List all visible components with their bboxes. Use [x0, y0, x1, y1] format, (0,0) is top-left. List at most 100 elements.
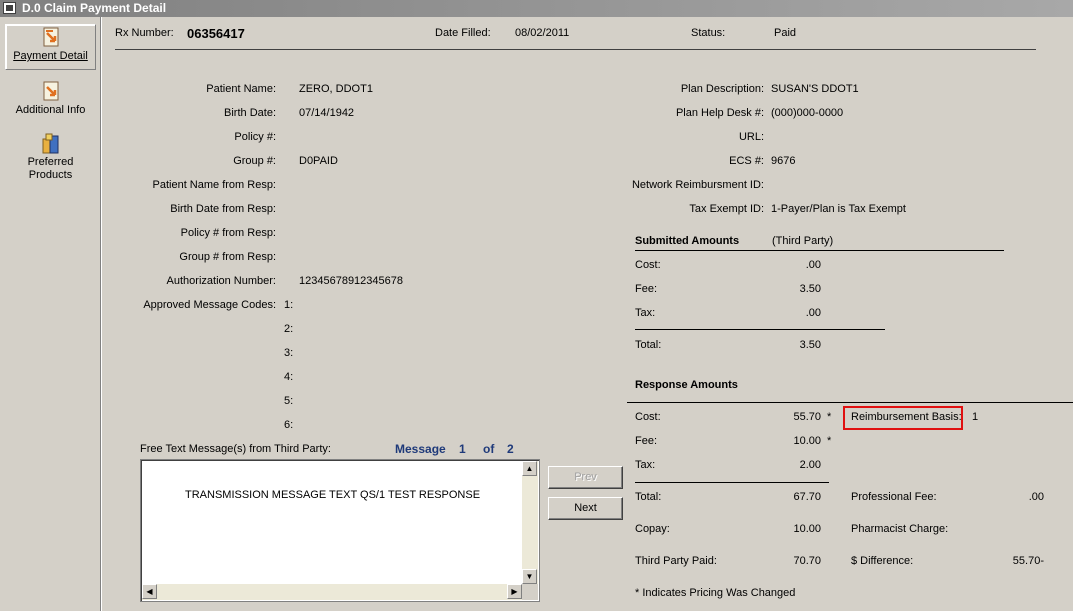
sidebar-item-label: Additional Info — [15, 104, 86, 116]
scroll-up-icon[interactable]: ▲ — [522, 461, 537, 476]
submitted-total-label: Total: — [635, 339, 662, 351]
message-current: 1 — [459, 442, 466, 456]
pharmacist-charge-label: Pharmacist Charge: — [851, 523, 949, 535]
date-filled-label: Date Filled: — [435, 27, 491, 39]
sidebar-item-label: Preferred — [27, 156, 74, 168]
group-label: Group #: — [233, 155, 276, 167]
sidebar-item-preferred-products[interactable]: Preferred Products — [5, 131, 96, 181]
submitted-divider — [635, 250, 1004, 251]
submitted-subheading: (Third Party) — [772, 235, 834, 247]
ecs-label: ECS #: — [729, 155, 764, 167]
birth-date-resp-label: Birth Date from Resp: — [170, 203, 276, 215]
submitted-total-divider — [635, 329, 885, 330]
reimbursement-basis-value: 1 — [972, 411, 979, 423]
date-filled-value: 08/02/2011 — [515, 27, 570, 39]
sidebar-item-payment-detail[interactable]: Payment Detail — [5, 24, 96, 70]
submitted-heading: Submitted Amounts — [635, 235, 740, 247]
vertical-scrollbar[interactable]: ▲ ▼ — [521, 461, 538, 584]
submitted-tax-value: .00 — [805, 307, 821, 319]
message-of-word: of — [483, 442, 495, 456]
response-tax-value: 2.00 — [799, 459, 821, 471]
plan-helpdesk-value: (000)000-0000 — [771, 107, 844, 119]
authorization-value: 12345678912345678 — [299, 275, 404, 287]
approved-codes-label: Approved Message Codes: — [143, 299, 276, 311]
third-party-paid-value: 70.70 — [793, 555, 821, 567]
free-text-label: Free Text Message(s) from Third Party: — [140, 443, 331, 455]
free-text-message-box[interactable]: TRANSMISSION MESSAGE TEXT QS/1 TEST RESP… — [140, 459, 540, 602]
response-tax-label: Tax: — [635, 459, 656, 471]
sidebar: Payment Detail Additional Info Preferred… — [0, 17, 101, 611]
rx-number-label: Rx Number: — [115, 27, 174, 39]
copay-label: Copay: — [635, 523, 670, 535]
approved-code-2: 2: — [284, 323, 294, 335]
policy-resp-label: Policy # from Resp: — [180, 227, 276, 239]
approved-code-4: 4: — [284, 371, 294, 383]
plan-helpdesk-label: Plan Help Desk #: — [675, 107, 764, 119]
plan-description-label: Plan Description: — [680, 83, 764, 95]
preferred-products-icon — [42, 133, 58, 154]
patient-name-resp-label: Patient Name from Resp: — [152, 179, 277, 191]
response-heading: Response Amounts — [635, 379, 738, 391]
difference-label: $ Difference: — [851, 555, 914, 567]
submitted-total-value: 3.50 — [799, 339, 821, 351]
message-total: 2 — [507, 442, 514, 456]
submitted-cost-label: Cost: — [635, 259, 661, 271]
prev-button[interactable]: Prev — [548, 466, 623, 489]
tax-exempt-value: 1-Payer/Plan is Tax Exempt — [771, 203, 906, 215]
app-icon — [3, 2, 16, 14]
sidebar-item-label: Products — [28, 169, 73, 181]
patient-name-value: ZERO, DDOT1 — [299, 83, 373, 95]
pricing-footnote: * Indicates Pricing Was Changed — [635, 587, 796, 599]
response-cost-label: Cost: — [635, 411, 661, 423]
approved-code-5: 5: — [284, 395, 294, 407]
tax-exempt-label: Tax Exempt ID: — [689, 203, 764, 215]
reimbursement-basis-label: Reimbursement Basis: — [851, 411, 962, 423]
submitted-fee-label: Fee: — [635, 283, 658, 295]
policy-label: Policy #: — [234, 131, 276, 143]
response-total-label: Total: — [635, 491, 662, 503]
submitted-fee-value: 3.50 — [799, 283, 821, 295]
window-title: D.0 Claim Payment Detail — [22, 1, 167, 15]
url-label: URL: — [738, 131, 764, 143]
scroll-left-icon[interactable]: ◀ — [142, 584, 157, 599]
response-fee-value: 10.00 — [793, 435, 821, 447]
response-total-divider — [635, 482, 829, 483]
sidebar-item-additional-info[interactable]: Additional Info — [5, 79, 96, 121]
submitted-tax-label: Tax: — [635, 307, 656, 319]
scroll-right-icon[interactable]: ▶ — [507, 584, 522, 599]
response-total-value: 67.70 — [793, 491, 821, 503]
copay-value: 10.00 — [793, 523, 821, 535]
header-divider — [115, 49, 1036, 50]
scroll-down-icon[interactable]: ▼ — [522, 569, 537, 584]
professional-fee-value: .00 — [1028, 491, 1044, 503]
title-bar: D.0 Claim Payment Detail — [0, 0, 1073, 17]
ecs-value: 9676 — [771, 155, 796, 167]
sidebar-item-label: Payment Detail — [13, 50, 88, 62]
horizontal-scrollbar[interactable]: ◀ ▶ — [142, 584, 522, 600]
authorization-label: Authorization Number: — [166, 275, 276, 287]
plan-description-value: SUSAN'S DDOT1 — [771, 83, 859, 95]
response-cost-changed-mark: * — [827, 411, 832, 423]
response-cost-value: 55.70 — [793, 411, 821, 423]
additional-info-icon — [43, 81, 58, 101]
status-label: Status: — [691, 27, 726, 39]
approved-code-3: 3: — [284, 347, 294, 359]
status-value: Paid — [774, 27, 797, 39]
birth-date-value: 07/14/1942 — [299, 107, 355, 119]
message-nav-word: Message — [395, 442, 446, 456]
response-fee-changed-mark: * — [827, 435, 832, 447]
group-resp-label: Group # from Resp: — [179, 251, 276, 263]
rx-number-value: 06356417 — [187, 26, 245, 41]
payment-detail-icon — [43, 27, 58, 47]
patient-name-label: Patient Name: — [206, 83, 276, 95]
group-value: D0PAID — [299, 155, 338, 167]
next-button[interactable]: Next — [548, 497, 623, 520]
birth-date-label: Birth Date: — [224, 107, 276, 119]
difference-value: 55.70- — [1012, 555, 1044, 567]
third-party-paid-label: Third Party Paid: — [635, 555, 717, 567]
approved-code-6: 6: — [284, 419, 294, 431]
submitted-cost-value: .00 — [805, 259, 821, 271]
network-reimbursment-label: Network Reimbursment ID: — [631, 179, 764, 191]
response-fee-label: Fee: — [635, 435, 658, 447]
approved-code-1: 1: — [284, 299, 294, 311]
